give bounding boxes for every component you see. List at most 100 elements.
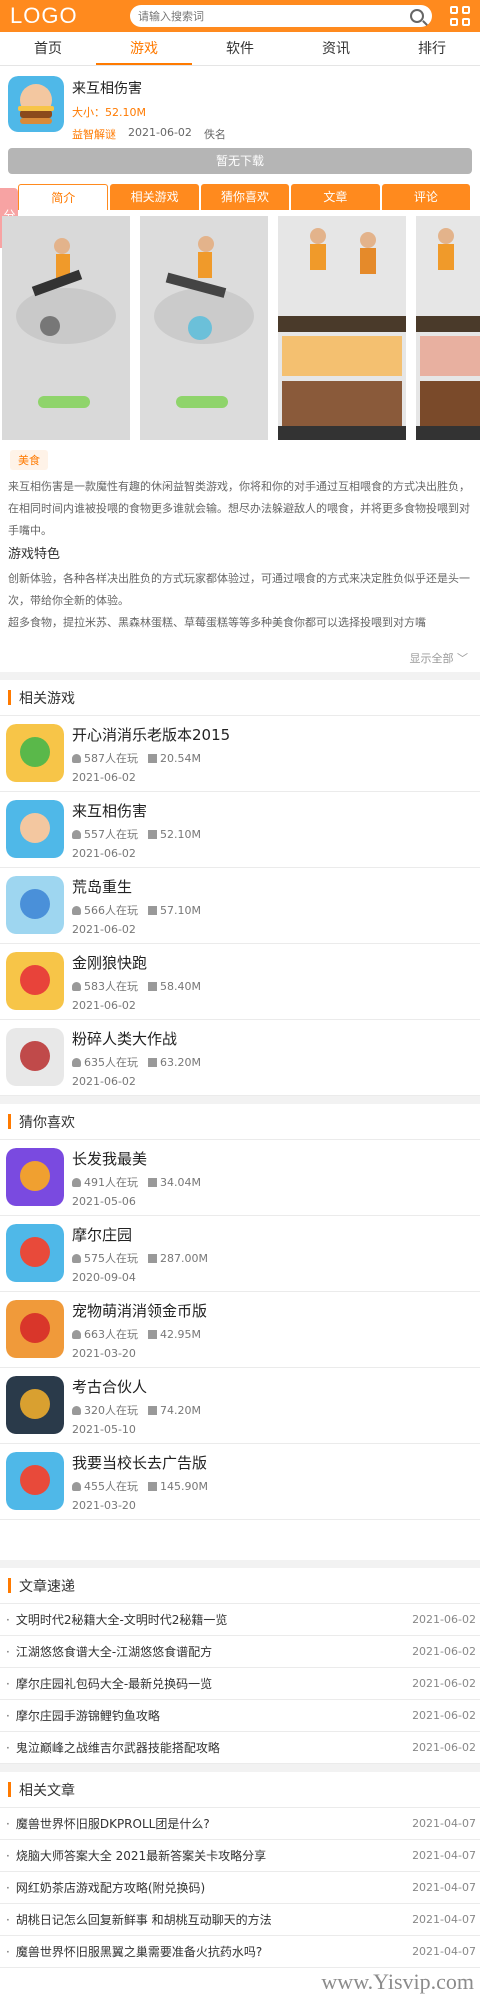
- game-size: 287.00M: [148, 1252, 208, 1265]
- article-list-item[interactable]: 魔兽世界怀旧服黑翼之巢需要准备火抗药水吗? 2021-04-07: [0, 1936, 480, 1968]
- game-list-item[interactable]: 金刚狼快跑 583人在玩 58.40M 2021-06-02: [0, 944, 480, 1020]
- section-separator: [0, 1560, 480, 1568]
- article-title[interactable]: 摩尔庄园礼包码大全-最新兑换码一览: [6, 1668, 212, 1699]
- menu-grid-icon[interactable]: [450, 6, 470, 26]
- screenshot-3[interactable]: [278, 216, 406, 440]
- screenshot-gallery[interactable]: [0, 210, 480, 440]
- article-list-item[interactable]: 江湖悠悠食谱大全-江湖悠悠食谱配方 2021-06-02: [0, 1636, 480, 1668]
- game-date: 2021-05-10: [72, 1423, 136, 1436]
- players-text: 663人在玩: [84, 1328, 138, 1341]
- article-date: 2021-06-02: [412, 1613, 476, 1626]
- game-name[interactable]: 荒岛重生: [72, 876, 201, 897]
- size-text: 287.00M: [160, 1251, 208, 1265]
- article-title[interactable]: 网红奶茶店游戏配方攻略(附兑换码): [6, 1872, 205, 1903]
- game-icon[interactable]: [6, 876, 64, 934]
- nav-software[interactable]: 软件: [192, 32, 288, 65]
- article-list-item[interactable]: 鬼泣巅峰之战维吉尔武器技能搭配攻略 2021-06-02: [0, 1732, 480, 1764]
- game-list-item[interactable]: 摩尔庄园 575人在玩 287.00M 2020-09-04: [0, 1216, 480, 1292]
- size-text: 58.40M: [160, 979, 201, 993]
- size-text: 145.90M: [160, 1479, 208, 1493]
- app-icon: [8, 76, 64, 132]
- tab-comments[interactable]: 评论: [381, 184, 471, 210]
- game-date: 2021-06-02: [72, 999, 136, 1012]
- person-icon: [72, 1178, 81, 1187]
- game-list-item[interactable]: 荒岛重生 566人在玩 57.10M 2021-06-02: [0, 868, 480, 944]
- game-icon[interactable]: [6, 1376, 64, 1434]
- game-name[interactable]: 来互相伤害: [72, 800, 201, 821]
- game-icon[interactable]: [6, 800, 64, 858]
- article-list-item[interactable]: 网红奶茶店游戏配方攻略(附兑换码) 2021-04-07: [0, 1872, 480, 1904]
- nav-ranking[interactable]: 排行: [384, 32, 480, 65]
- game-date: 2021-06-02: [72, 847, 136, 860]
- game-icon[interactable]: [6, 1300, 64, 1358]
- game-list-item[interactable]: 宠物萌消消领金币版 663人在玩 42.95M 2021-03-20: [0, 1292, 480, 1368]
- screenshot-4[interactable]: [416, 216, 480, 440]
- person-icon: [72, 906, 81, 915]
- game-list-item[interactable]: 来互相伤害 557人在玩 52.10M 2021-06-02: [0, 792, 480, 868]
- game-name[interactable]: 粉碎人类大作战: [72, 1028, 201, 1049]
- tab-articles[interactable]: 文章: [291, 184, 380, 210]
- players-count: 583人在玩: [72, 978, 138, 994]
- game-name[interactable]: 金刚狼快跑: [72, 952, 201, 973]
- article-list-item[interactable]: 文明时代2秘籍大全-文明时代2秘籍一览 2021-06-02: [0, 1604, 480, 1636]
- game-icon[interactable]: [6, 1452, 64, 1510]
- game-name[interactable]: 开心消消乐老版本2015: [72, 724, 230, 745]
- article-list-item[interactable]: 摩尔庄园手游锦鲤钓鱼攻略 2021-06-02: [0, 1700, 480, 1732]
- tab-intro[interactable]: 简介: [18, 184, 109, 210]
- quick-articles-title: 文章速递: [0, 1568, 480, 1604]
- article-list-item[interactable]: 胡桃日记怎么回复新鲜事 和胡桃互动聊天的方法 2021-04-07: [0, 1904, 480, 1936]
- article-title[interactable]: 烧脑大师答案大全 2021最新答案关卡攻略分享: [6, 1840, 266, 1871]
- show-all-button[interactable]: 显示全部 ﹀: [0, 650, 480, 672]
- tab-guess[interactable]: 猜你喜欢: [200, 184, 290, 210]
- game-list-item[interactable]: 考古合伙人 320人在玩 74.20M 2021-05-10: [0, 1368, 480, 1444]
- game-list-item[interactable]: 长发我最美 491人在玩 34.04M 2021-05-06: [0, 1140, 480, 1216]
- players-count: 491人在玩: [72, 1174, 138, 1190]
- article-date: 2021-06-02: [412, 1677, 476, 1690]
- article-title[interactable]: 江湖悠悠食谱大全-江湖悠悠食谱配方: [6, 1636, 212, 1667]
- article-list-item[interactable]: 烧脑大师答案大全 2021最新答案关卡攻略分享 2021-04-07: [0, 1840, 480, 1872]
- search-box[interactable]: [130, 5, 432, 27]
- person-icon: [72, 1406, 81, 1415]
- article-list-item[interactable]: 魔兽世界怀旧服DKPROLL团是什么? 2021-04-07: [0, 1808, 480, 1840]
- game-icon[interactable]: [6, 724, 64, 782]
- article-title[interactable]: 鬼泣巅峰之战维吉尔武器技能搭配攻略: [6, 1732, 220, 1763]
- game-size: 63.20M: [148, 1056, 201, 1069]
- game-icon[interactable]: [6, 952, 64, 1010]
- game-icon[interactable]: [6, 1224, 64, 1282]
- game-list-item[interactable]: 我要当校长去广告版 455人在玩 145.90M 2021-03-20: [0, 1444, 480, 1520]
- top-header: LOGO: [0, 0, 480, 32]
- game-name[interactable]: 摩尔庄园: [72, 1224, 208, 1245]
- game-name[interactable]: 我要当校长去广告版: [72, 1452, 208, 1473]
- players-count: 320人在玩: [72, 1402, 138, 1418]
- article-title[interactable]: 胡桃日记怎么回复新鲜事 和胡桃互动聊天的方法: [6, 1904, 272, 1935]
- game-icon[interactable]: [6, 1148, 64, 1206]
- search-input[interactable]: [138, 9, 410, 23]
- article-date: 2021-04-07: [412, 1945, 476, 1958]
- article-title[interactable]: 魔兽世界怀旧服黑翼之巢需要准备火抗药水吗?: [6, 1936, 262, 1967]
- article-title[interactable]: 魔兽世界怀旧服DKPROLL团是什么?: [6, 1808, 210, 1839]
- person-icon: [72, 1482, 81, 1491]
- screenshot-1[interactable]: [2, 216, 130, 440]
- game-list-item[interactable]: 开心消消乐老版本2015 587人在玩 20.54M 2021-06-02: [0, 716, 480, 792]
- article-title[interactable]: 文明时代2秘籍大全-文明时代2秘籍一览: [6, 1604, 228, 1635]
- food-tag[interactable]: 美食: [10, 450, 48, 470]
- category-tag[interactable]: 益智解谜: [72, 126, 116, 142]
- nav-home[interactable]: 首页: [0, 32, 96, 65]
- article-list-item[interactable]: 摩尔庄园礼包码大全-最新兑换码一览 2021-06-02: [0, 1668, 480, 1700]
- game-name[interactable]: 考古合伙人: [72, 1376, 201, 1397]
- search-icon[interactable]: [410, 9, 424, 23]
- game-list-item[interactable]: 粉碎人类大作战 635人在玩 63.20M 2021-06-02: [0, 1020, 480, 1096]
- tab-related-games[interactable]: 相关游戏: [110, 184, 199, 210]
- game-description: 来互相伤害是一款魔性有趣的休闲益智类游戏，你将和你的对手通过互相喂食的方式决出胜…: [0, 470, 480, 650]
- game-icon[interactable]: [6, 1028, 64, 1086]
- nav-games[interactable]: 游戏: [96, 32, 192, 65]
- game-date: 2020-09-04: [72, 1271, 136, 1284]
- screenshot-2[interactable]: [140, 216, 268, 440]
- download-button[interactable]: 暂无下载: [8, 148, 472, 174]
- game-name[interactable]: 长发我最美: [72, 1148, 201, 1169]
- article-title[interactable]: 摩尔庄园手游锦鲤钓鱼攻略: [6, 1700, 160, 1731]
- game-name[interactable]: 宠物萌消消领金币版: [72, 1300, 207, 1321]
- site-logo[interactable]: LOGO: [10, 3, 120, 29]
- nav-news[interactable]: 资讯: [288, 32, 384, 65]
- players-count: 663人在玩: [72, 1326, 138, 1342]
